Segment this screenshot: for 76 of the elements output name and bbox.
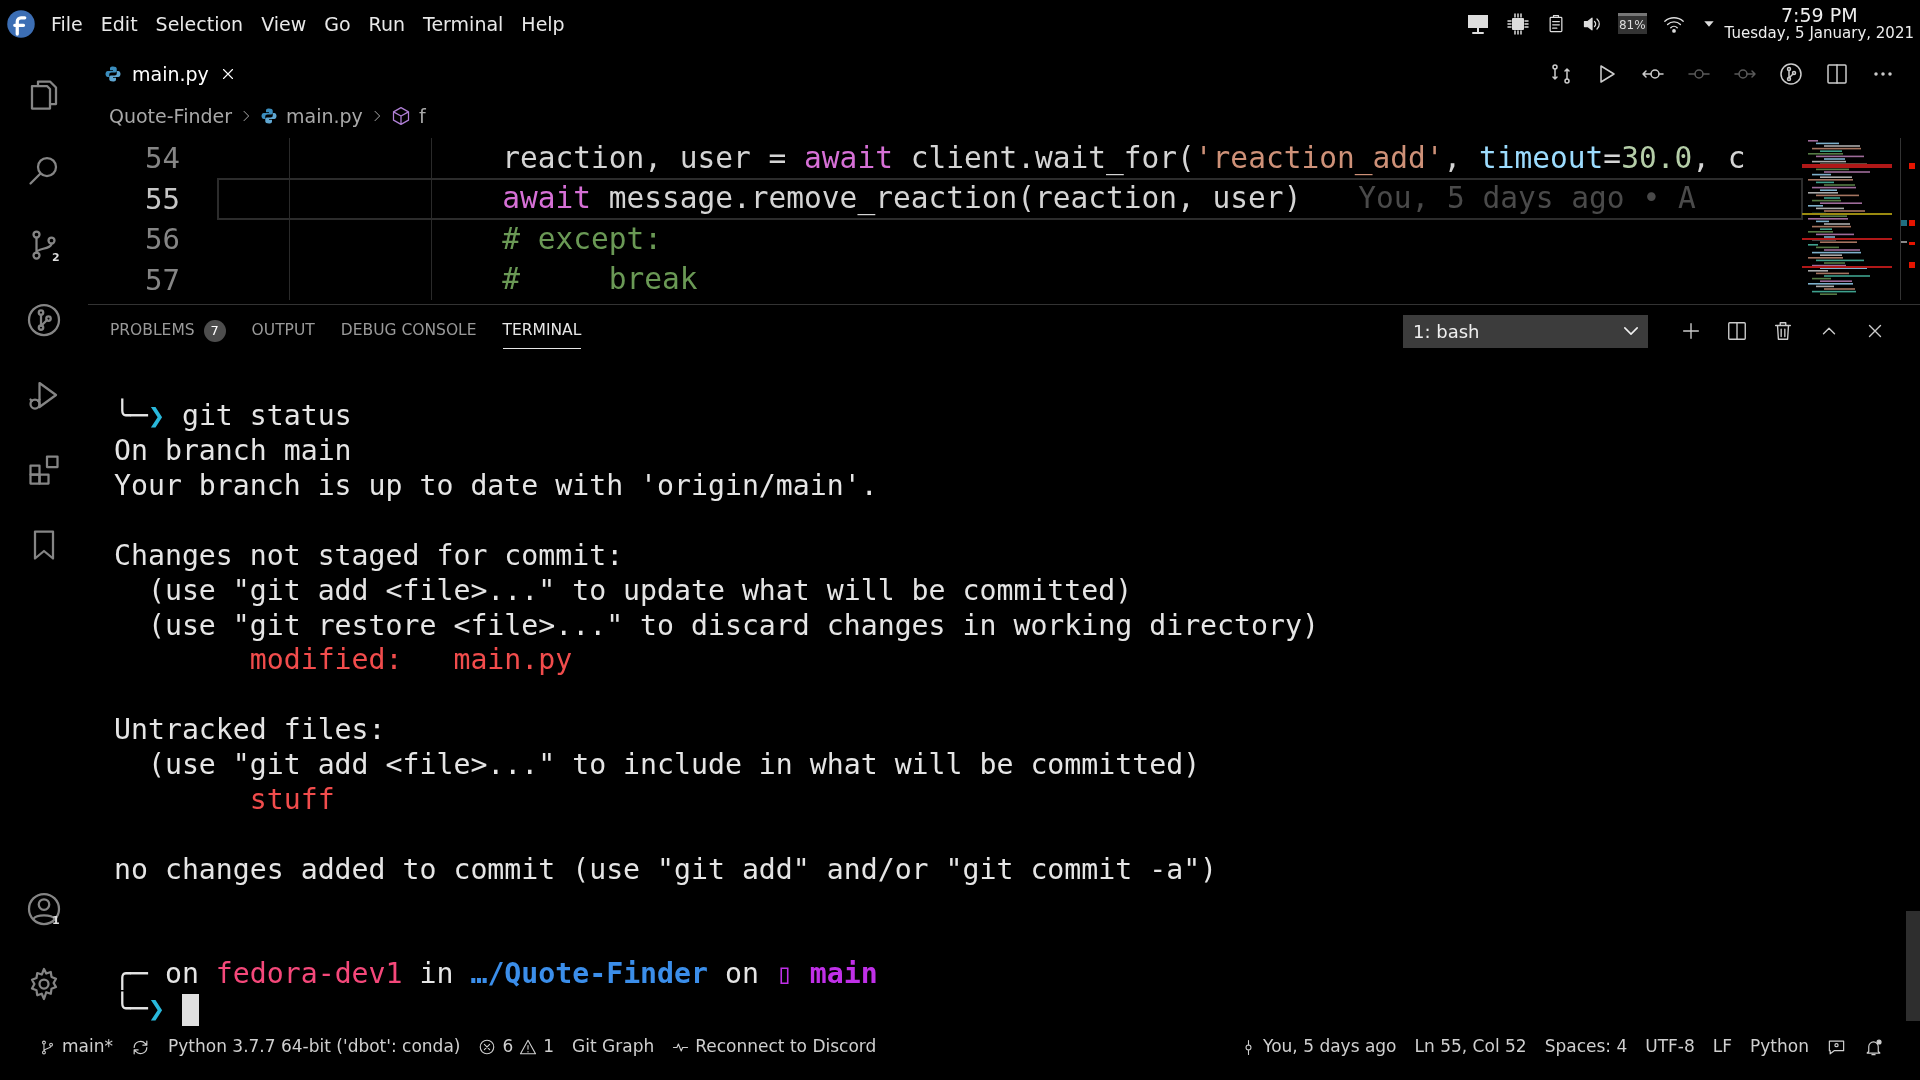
line-number: 54: [144, 140, 181, 178]
graph-icon[interactable]: [1779, 61, 1803, 86]
warning-icon: [519, 1038, 538, 1057]
graph-icon[interactable]: [26, 302, 62, 339]
line-number: 55: [144, 180, 181, 218]
terminal-select[interactable]: 1: bash: [1403, 314, 1648, 348]
bell-icon[interactable]: [1864, 1037, 1883, 1057]
branch-icon: [39, 1038, 56, 1056]
menu-item[interactable]: Help: [512, 9, 574, 39]
blame-annotation: You, 5 days ago • A: [1358, 181, 1696, 217]
code-line: # except:: [502, 221, 662, 257]
terminal-line: Changes not staged for commit:: [114, 538, 624, 574]
line-number: 56: [144, 221, 181, 259]
status-item[interactable]: Python 3.7.7 64-bit ('dbot': conda): [159, 1034, 470, 1060]
panel-tab[interactable]: DEBUG CONSOLE: [340, 313, 477, 350]
badge-count: 7: [203, 319, 226, 342]
tab-label: main.py: [132, 61, 209, 87]
terminal-line: (use "git add <file>..." to update what will be committed): [146, 573, 1133, 609]
terminal-line: stuff: [248, 782, 335, 818]
terminal-line: modified: main.py: [248, 643, 573, 679]
python-icon: [104, 64, 122, 83]
warning-count: 1: [543, 1035, 555, 1059]
terminal-line: (use "git restore <file>..." to discard changes in working directory): [146, 608, 1319, 644]
clock-time: 7:59 PM: [1781, 6, 1858, 26]
panel-tab[interactable]: PROBLEMS 7: [110, 313, 226, 350]
cube-icon: [390, 106, 411, 126]
split-editor-icon[interactable]: [1825, 61, 1849, 86]
split-icon[interactable]: [1726, 320, 1748, 343]
terminal-line: no changes added to commit (use "git add" and/or "git commit -a"): [114, 852, 1218, 888]
status-item[interactable]: Python: [1741, 1034, 1818, 1060]
status-item[interactable]: Spaces: 4: [1535, 1034, 1637, 1060]
menu-item[interactable]: Run: [359, 9, 415, 39]
problems-button[interactable]: 6 1: [469, 1034, 564, 1060]
status-item[interactable]: You, 5 days ago: [1231, 1034, 1406, 1060]
terminal-line: ╰─❯: [114, 992, 165, 1028]
breadcrumb-item[interactable]: main.py: [260, 101, 363, 131]
error-icon: [478, 1038, 497, 1057]
trash-icon[interactable]: [1772, 320, 1794, 343]
terminal-line: Untracked files:: [114, 713, 386, 749]
account-icon[interactable]: [26, 890, 62, 927]
status-item[interactable]: main*: [30, 1034, 122, 1060]
terminal-line: Your branch is up to date with 'origin/main'.: [114, 468, 878, 504]
panel-tab[interactable]: OUTPUT: [251, 313, 315, 350]
line-number: 57: [144, 261, 181, 299]
fedora-logo-icon[interactable]: [6, 8, 36, 39]
status-item[interactable]: Ln 55, Col 52: [1405, 1034, 1536, 1060]
panel-tab[interactable]: TERMINAL: [502, 313, 582, 350]
breadcrumb-item[interactable]: f: [390, 101, 426, 131]
menu-item[interactable]: Edit: [91, 9, 147, 39]
terminal-line: ╰─❯ git status: [114, 399, 352, 435]
menu-item[interactable]: File: [42, 9, 92, 39]
code-line: # break: [502, 262, 698, 298]
code-line: await message.remove_reaction(reaction, user): [502, 181, 1302, 217]
python-icon: [260, 107, 279, 125]
battery-indicator[interactable]: 81%: [1617, 13, 1647, 35]
terminal-line: ╭─ on fedora-dev1 in …/Quote-Finder on ▯ main: [114, 957, 878, 991]
menu-item[interactable]: Go: [315, 9, 360, 39]
menu-item[interactable]: Selection: [146, 9, 253, 39]
chevron-icon: [1624, 327, 1638, 336]
breadcrumb-item[interactable]: Quote-Finder: [109, 101, 233, 131]
error-count: 6: [502, 1035, 514, 1059]
code-line: reaction, user = await client.wait_for('reaction_add', timeout=30.0, c: [502, 140, 1746, 176]
badge-count: 2: [52, 249, 60, 266]
menu-item[interactable]: Terminal: [414, 9, 513, 39]
terminal-line: On branch main: [114, 434, 352, 469]
clock-date: Tuesday, 5 January, 2021: [1724, 26, 1914, 42]
chip-icon[interactable]: [1505, 11, 1530, 36]
badge-count: 1: [52, 913, 60, 930]
compare-icon[interactable]: [1549, 61, 1573, 86]
status-item[interactable]: Git Graph: [563, 1034, 664, 1060]
menu-item[interactable]: View: [252, 9, 316, 39]
terminal-line: (use "git add <file>..." to include in what will be committed): [146, 748, 1201, 783]
scrollbar-thumb[interactable]: [1906, 911, 1920, 1022]
status-item[interactable]: LF: [1703, 1034, 1742, 1060]
status-item[interactable]: Reconnect to Discord: [663, 1034, 886, 1060]
status-item[interactable]: UTF-8: [1636, 1034, 1704, 1060]
